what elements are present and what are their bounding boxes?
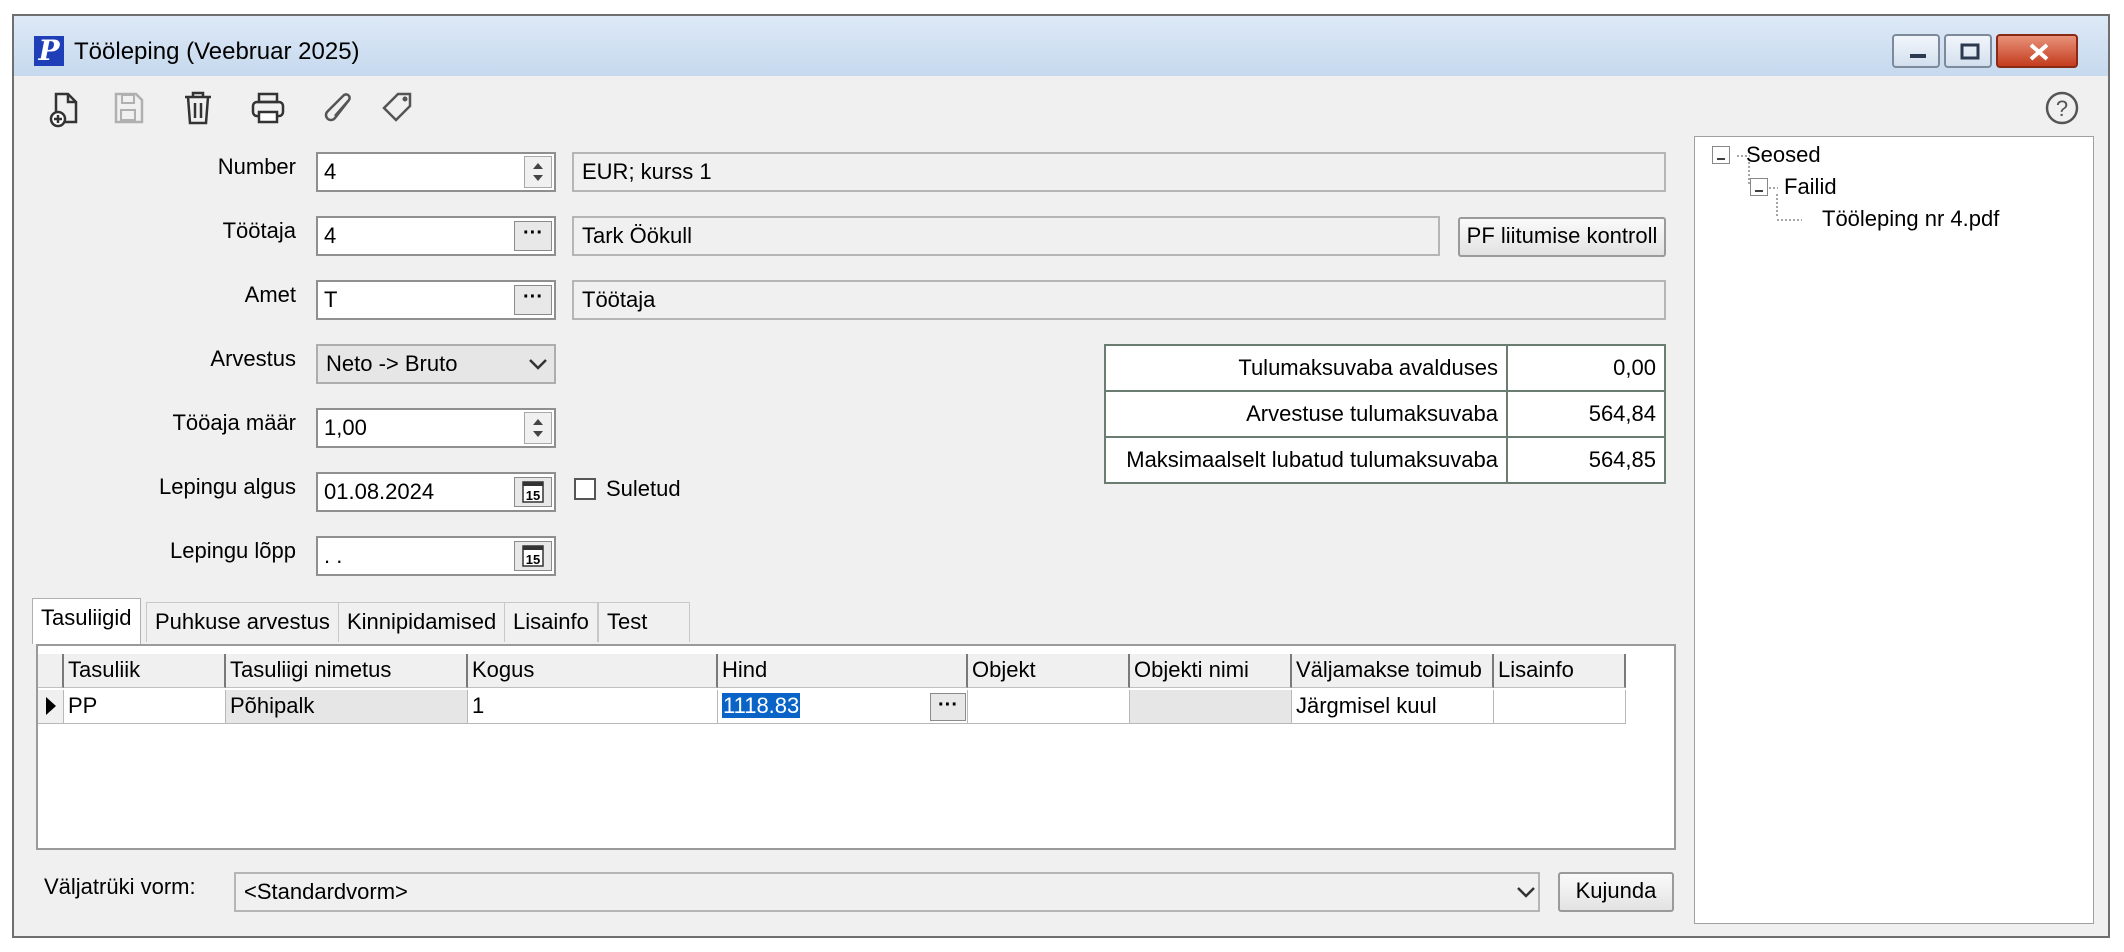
pf-check-button[interactable]: PF liitumise kontroll xyxy=(1458,217,1666,257)
workload-input[interactable]: 1,00 xyxy=(316,408,556,448)
column-header-objekt[interactable]: Objekt xyxy=(968,654,1130,688)
window-title: Tööleping (Veebruar 2025) xyxy=(74,38,360,65)
collapse-icon[interactable] xyxy=(1750,178,1768,196)
column-header-tasuliigi-nimetus[interactable]: Tasuliigi nimetus xyxy=(226,654,468,688)
collapse-icon[interactable] xyxy=(1712,146,1730,164)
workload-label: Tööaja määr xyxy=(172,410,296,435)
app-logo-icon: P xyxy=(34,36,64,66)
grid-cell-kogus[interactable]: 1 xyxy=(468,690,718,724)
calculation-select[interactable]: Neto -> Bruto xyxy=(316,344,556,384)
grid-cell-hind-value[interactable]: 1118.83 xyxy=(722,693,801,718)
delete-icon[interactable] xyxy=(176,86,220,130)
position-name-display: Töötaja xyxy=(572,280,1666,320)
tree-node-failid[interactable]: Failid xyxy=(1784,174,1837,200)
contract-start-label: Lepingu algus xyxy=(158,474,296,499)
column-header-objekti-nimi[interactable]: Objekti nimi xyxy=(1130,654,1292,688)
employee-lookup-button[interactable]: ··· xyxy=(514,221,552,251)
tab-lisainfo[interactable]: Lisainfo xyxy=(504,602,598,642)
hind-lookup-button[interactable]: ··· xyxy=(930,693,966,721)
svg-text:15: 15 xyxy=(526,488,540,503)
closed-label: Suletud xyxy=(606,476,681,501)
calendar-icon[interactable]: 15 xyxy=(514,477,552,507)
new-document-icon[interactable] xyxy=(44,86,88,130)
design-button[interactable]: Kujunda xyxy=(1558,872,1674,912)
column-header-hind[interactable]: Hind xyxy=(718,654,968,688)
attach-icon[interactable] xyxy=(316,86,360,130)
tax-row-label: Tulumaksuvaba avalduses xyxy=(1104,344,1508,392)
tax-row-label: Maksimaalselt lubatud tulumaksuvaba xyxy=(1104,436,1508,484)
tax-row-value: 564,85 xyxy=(1506,436,1666,484)
tree-node-file[interactable]: Tööleping nr 4.pdf xyxy=(1822,206,1999,232)
row-indicator-icon xyxy=(38,690,64,724)
position-label: Amet xyxy=(244,282,296,307)
print-form-select[interactable]: <Standardvorm> xyxy=(234,872,1540,912)
grid-cell-nimetus[interactable]: Põhipalk xyxy=(226,690,468,724)
closed-checkbox[interactable] xyxy=(574,478,596,500)
calendar-icon[interactable]: 15 xyxy=(514,541,552,571)
chevron-down-icon[interactable] xyxy=(524,350,552,378)
grid-cell-valjamakse[interactable]: Järgmisel kuul xyxy=(1292,690,1494,724)
number-stepper[interactable] xyxy=(524,156,552,188)
tax-row-label: Arvestuse tulumaksuvaba xyxy=(1104,390,1508,438)
calculation-label: Arvestus xyxy=(210,346,296,371)
currency-display: EUR; kurss 1 xyxy=(572,152,1666,192)
restore-icon[interactable] xyxy=(1944,34,1992,68)
tax-free-table: Tulumaksuvaba avalduses 0,00 Arvestuse t… xyxy=(1104,344,1666,484)
table-row: Arvestuse tulumaksuvaba 564,84 xyxy=(1104,390,1666,438)
column-header-kogus[interactable]: Kogus xyxy=(468,654,718,688)
tab-test[interactable]: Test xyxy=(598,602,690,642)
tab-tasuliigid[interactable]: Tasuliigid xyxy=(32,598,141,644)
tag-icon[interactable] xyxy=(376,86,420,130)
number-input[interactable]: 4 xyxy=(316,152,556,192)
column-header-valjamakse-toimub[interactable]: Väljamakse toimub xyxy=(1292,654,1494,688)
save-icon[interactable] xyxy=(106,86,150,130)
number-label: Number xyxy=(217,154,296,179)
print-form-label: Väljatrüki vorm: xyxy=(44,874,196,899)
tree-node-seosed[interactable]: Seosed xyxy=(1746,142,1821,168)
svg-text:?: ? xyxy=(2056,96,2068,121)
grid-cell-lisainfo[interactable] xyxy=(1494,690,1626,724)
grid-cell-objekti-nimi[interactable] xyxy=(1130,690,1292,724)
employee-label: Töötaja xyxy=(222,218,296,243)
position-lookup-button[interactable]: ··· xyxy=(514,285,552,315)
column-header-tasuliik[interactable]: Tasuliik xyxy=(64,654,226,688)
column-header-lisainfo[interactable]: Lisainfo xyxy=(1494,654,1626,688)
tab-kinnipidamised[interactable]: Kinnipidamised xyxy=(338,602,506,642)
grid-corner xyxy=(38,654,64,688)
tax-row-value: 564,84 xyxy=(1506,390,1666,438)
help-icon[interactable]: ? xyxy=(2040,86,2084,130)
contract-end-label: Lepingu lõpp xyxy=(169,538,296,563)
table-row: Maksimaalselt lubatud tulumaksuvaba 564,… xyxy=(1104,436,1666,484)
tax-row-value: 0,00 xyxy=(1506,344,1666,392)
close-icon[interactable] xyxy=(1996,34,2078,68)
grid-cell-tasuliik[interactable]: PP xyxy=(64,690,226,724)
minimize-icon[interactable] xyxy=(1892,34,1940,68)
grid-cell-objekt[interactable] xyxy=(968,690,1130,724)
employee-name-display: Tark Öökull xyxy=(572,216,1440,256)
tab-puhkuse-arvestus[interactable]: Puhkuse arvestus xyxy=(146,602,339,642)
table-row: Tulumaksuvaba avalduses 0,00 xyxy=(1104,344,1666,392)
chevron-down-icon[interactable] xyxy=(1512,878,1540,906)
workload-stepper[interactable] xyxy=(524,412,552,444)
print-icon[interactable] xyxy=(246,86,290,130)
svg-text:15: 15 xyxy=(526,552,540,567)
